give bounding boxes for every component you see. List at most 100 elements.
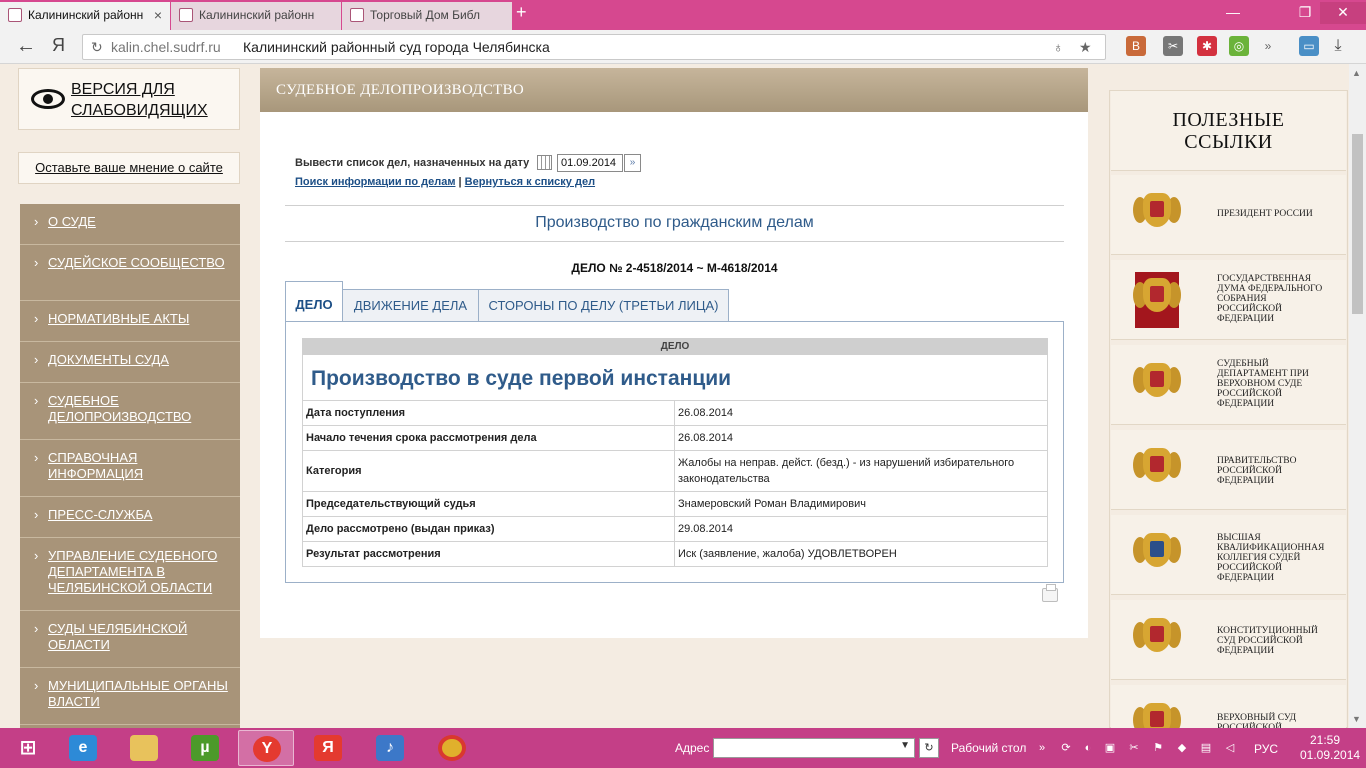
start-button[interactable]: ⊞ [0,730,56,766]
extension-green-icon[interactable]: ◎ [1229,36,1249,56]
tray-tools-icon[interactable]: ✂ [1128,741,1140,755]
scroll-down-icon[interactable]: ▼ [1352,714,1361,724]
window-close-button[interactable]: ✕ [1320,2,1366,24]
sidebar-item-documents[interactable]: › ДОКУМЕНТЫ СУДА [20,342,240,383]
taskbar-clock[interactable]: 21:59 01.09.2014 [1300,733,1360,763]
chevron-down-icon[interactable]: ▼ [900,740,910,751]
link-supreme-court[interactable]: ВЕРХОВНЫЙ СУД РОССИЙСКОЙ [1111,685,1346,729]
taskbar-explorer[interactable] [116,730,172,766]
apply-date-icon[interactable]: » [624,154,641,172]
link-constitutional-court[interactable]: КОНСТИТУЦИОННЫЙ СУД РОССИЙСКОЙ ФЕДЕРАЦИИ [1111,600,1346,680]
accessibility-version-link[interactable]: ВЕРСИЯ ДЛЯ СЛАБОВИДЯЩИХ [71,79,239,121]
link-president[interactable]: ПРЕЗИДЕНТ РОССИИ [1111,175,1346,255]
tab-case[interactable]: ДЕЛО [285,281,343,322]
taskbar-address-input[interactable]: ▼ [713,738,915,758]
tab-parties[interactable]: СТОРОНЫ ПО ДЕЛУ (ТРЕТЬИ ЛИЦА) [478,289,729,321]
sidebar-item-label: СУДЕЙСКОЕ СООБЩЕСТВО [48,255,225,270]
link-label: ПРЕЗИДЕНТ РОССИИ [1217,209,1313,219]
sidebar-menu: › О СУДЕ › СУДЕЙСКОЕ СООБЩЕСТВО › НОРМАТИВН… [20,204,240,728]
download-icon[interactable]: ⤓ [1328,36,1348,56]
link-judicial-department[interactable]: СУДЕБНЫЙ ДЕПАРТАМЕНТ ПРИ ВЕРХОВНОМ СУДЕ … [1111,345,1346,425]
divider [285,205,1064,206]
minimize-button[interactable]: — [1218,2,1248,24]
sidebar-item-label: СУДЫ ЧЕЛЯБИНСКОЙ ОБЛАСТИ [48,621,188,652]
tray-monitor-icon[interactable]: ▣ [1104,741,1116,755]
network-icon[interactable]: ▤ [1200,741,1212,755]
screenshot-icon[interactable]: ▭ [1299,36,1319,56]
page-scrollbar[interactable]: ▲ ▼ [1349,64,1366,728]
speaker-icon: ♪ [376,735,404,761]
row-value: 29.08.2014 [678,523,734,535]
browser-tab-3[interactable]: Торговый Дом Библ [342,2,512,30]
calendar-icon[interactable] [537,155,552,170]
tray-sync-icon[interactable]: ⟳ [1060,741,1072,755]
sidebar-item-proceedings[interactable]: › СУДЕБНОЕ ДЕЛОПРОИЗВОДСТВО [20,383,240,440]
taskbar-utorrent[interactable]: µ [177,730,233,766]
sidebar-item-judges[interactable]: › СУДЕЙСКОЕ СООБЩЕСТВО [20,245,240,301]
sidebar-item-label: СПРАВОЧНАЯ ИНФОРМАЦИЯ [48,450,144,481]
back-to-list-link[interactable]: Вернуться к списку дел [465,176,595,188]
page-title: Калининский районный суд города Челябинс… [243,39,550,55]
new-tab-button[interactable]: + [516,2,527,23]
close-tab-icon[interactable]: × [154,2,162,28]
table-row: Начало течения срока рассмотрения дела 2… [302,426,1048,451]
sidebar-item-about[interactable]: › О СУДЕ [20,204,240,245]
table-row: Председательствующий судья Знамеровский … [302,492,1048,517]
taskbar-audio[interactable]: ♪ [362,730,418,766]
scroll-up-icon[interactable]: ▲ [1352,68,1361,78]
chevron-right-icon: › [34,255,39,270]
volume-icon[interactable]: ◁ [1224,741,1236,755]
sidebar-item-department[interactable]: › УПРАВЛЕНИЕ СУДЕБНОГО ДЕПАРТАМЕНТА В ЧЕЛ… [20,538,240,611]
protect-icon[interactable]: ♁ [1053,35,1064,59]
tray-shield-icon[interactable]: ◆ [1176,741,1188,755]
language-indicator[interactable]: РУС [1254,742,1278,756]
sidebar-item-normative-acts[interactable]: › НОРМАТИВНЫЕ АКТЫ [20,301,240,342]
restore-button[interactable]: ❐ [1290,2,1320,24]
row-value: Иск (заявление, жалоба) УДОВЛЕТВОРЕН [678,548,897,560]
windows-taskbar: ⊞ e µ Y Я ♪ Адрес ▼ ↻ Рабочий стол » ⟳ ◐… [0,728,1366,768]
reload-icon[interactable]: ↻ [91,35,103,59]
flag-icon[interactable]: ⚑ [1152,741,1164,755]
sidebar-item-press[interactable]: › ПРЕСС-СЛУЖБА [20,497,240,538]
extension-b-icon[interactable]: B [1126,36,1146,56]
accessibility-version-box[interactable]: ВЕРСИЯ ДЛЯ СЛАБОВИДЯЩИХ [18,68,240,130]
more-extensions-icon[interactable]: » [1258,36,1278,56]
extension-red-icon[interactable]: ✱ [1197,36,1217,56]
bookmark-star-icon[interactable]: ★ [1079,35,1092,59]
yandex-logo[interactable]: Я [52,35,65,56]
tray-app-icon[interactable]: ◐ [1082,741,1094,755]
sidebar-item-regional-courts[interactable]: › СУДЫ ЧЕЛЯБИНСКОЙ ОБЛАСТИ [20,611,240,668]
link-qualification-board[interactable]: ВЫСШАЯ КВАЛИФИКАЦИОННАЯ КОЛЛЕГИЯ СУДЕЙ Р… [1111,515,1346,595]
chevron-right-icon: › [34,214,39,229]
taskbar-yandex[interactable]: Я [300,730,356,766]
case-number: ДЕЛО № 2-4518/2014 ~ М-4618/2014 [571,261,778,275]
sidebar-item-municipal[interactable]: › МУНИЦИПАЛЬНЫЕ ОРГАНЫ ВЛАСТИ [20,668,240,725]
address-bar[interactable]: ↻ kalin.chel.sudrf.ru Калининский районн… [82,34,1106,60]
search-cases-link[interactable]: Поиск информации по делам [295,176,455,188]
chrome-icon [438,735,466,761]
print-icon[interactable] [1042,584,1058,602]
show-hidden-icons[interactable]: » [1036,741,1048,755]
feedback-link[interactable]: Оставьте ваше мнение о сайте [18,152,240,184]
browser-tab-1[interactable]: Калининский районн × [0,2,170,30]
browser-tab-2[interactable]: Калининский районн [171,2,341,30]
extension-tools-icon[interactable]: ✂ [1163,36,1183,56]
content-header: СУДЕБНОЕ ДЕЛОПРОИЗВОДСТВО [260,68,1088,112]
taskbar-chrome[interactable] [424,730,480,766]
link-label: ПРАВИТЕЛЬСТВО РОССИЙСКОЙ ФЕДЕРАЦИИ [1217,456,1297,486]
desktop-toolbar-label[interactable]: Рабочий стол [951,741,1026,755]
date-input[interactable] [557,154,623,172]
coat-of-arms-icon [1133,185,1181,237]
back-button[interactable]: ← [16,35,36,58]
taskbar-go-icon[interactable]: ↻ [919,738,939,758]
link-government[interactable]: ПРАВИТЕЛЬСТВО РОССИЙСКОЙ ФЕДЕРАЦИИ [1111,430,1346,510]
link-state-duma[interactable]: ГОСУДАРСТВЕННАЯ ДУМА ФЕДЕРАЛЬНОГО СОБРАН… [1111,260,1346,340]
link-label: ГОСУДАРСТВЕННАЯ ДУМА ФЕДЕРАЛЬНОГО СОБРАН… [1217,274,1323,324]
yandex-icon: Я [314,735,342,761]
taskbar-ie[interactable]: e [55,730,111,766]
scrollbar-thumb[interactable] [1352,134,1363,314]
scales-icon [179,8,193,22]
tab-case-movement[interactable]: ДВИЖЕНИЕ ДЕЛА [342,289,479,321]
sidebar-item-reference[interactable]: › СПРАВОЧНАЯ ИНФОРМАЦИЯ [20,440,240,497]
taskbar-yandex-browser[interactable]: Y [238,730,294,766]
